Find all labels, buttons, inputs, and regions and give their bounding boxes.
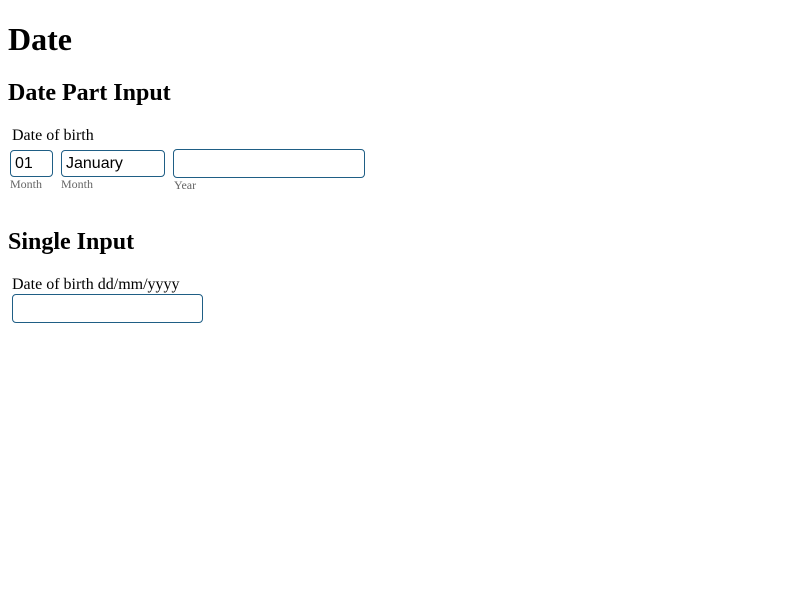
year-input[interactable]: [173, 149, 365, 178]
date-of-birth-input[interactable]: [12, 294, 203, 323]
date-of-birth-single-label: Date of birth dd/mm/yyyy: [12, 276, 180, 293]
day-input[interactable]: [10, 150, 53, 177]
day-hint: Month: [10, 177, 43, 191]
page-title: Date: [8, 21, 72, 57]
date-part-heading: Date Part Input: [8, 80, 171, 106]
month-input[interactable]: [61, 150, 165, 177]
page: Date Date Part Input Date of birth Month…: [0, 0, 800, 600]
month-hint: Month: [61, 177, 94, 191]
date-of-birth-label: Date of birth: [12, 127, 94, 144]
single-input-heading: Single Input: [8, 229, 135, 255]
year-hint: Year: [174, 178, 197, 192]
